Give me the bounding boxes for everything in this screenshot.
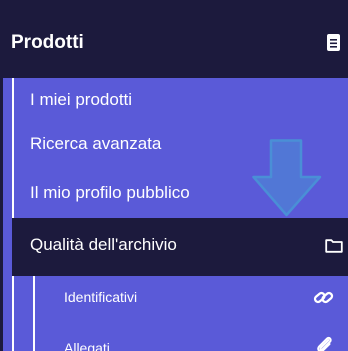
submenu-item-allegati[interactable]: Allegati: [35, 321, 348, 351]
submenu-item-identificativi[interactable]: Identificativi: [35, 276, 348, 321]
folder-icon: [325, 239, 343, 253]
menu-item-label: I miei prodotti: [30, 90, 133, 109]
submenu-item-label: Allegati: [64, 340, 110, 351]
menu-item-label: Qualità dell'archivio: [30, 235, 177, 254]
menu-item-label: Ricerca avanzata: [30, 134, 162, 153]
sidebar-frame: Prodotti I miei prodotti Ricerca avanzat…: [0, 0, 348, 351]
menu-list-icon[interactable]: [327, 34, 340, 51]
sidebar-menu: Prodotti I miei prodotti Ricerca avanzat…: [3, 3, 348, 351]
down-arrow-icon: [252, 139, 322, 217]
paperclip-icon: [317, 336, 332, 351]
link-icon: [313, 291, 334, 304]
menu-header[interactable]: Prodotti: [3, 3, 348, 78]
menu-item-qualita-archivio[interactable]: Qualità dell'archivio: [12, 218, 348, 276]
menu-item-label: Il mio profilo pubblico: [30, 183, 190, 202]
menu-header-title: Prodotti: [11, 32, 84, 53]
menu-item-miei-prodotti[interactable]: I miei prodotti: [14, 78, 348, 123]
submenu-item-label: Identificativi: [64, 289, 138, 305]
